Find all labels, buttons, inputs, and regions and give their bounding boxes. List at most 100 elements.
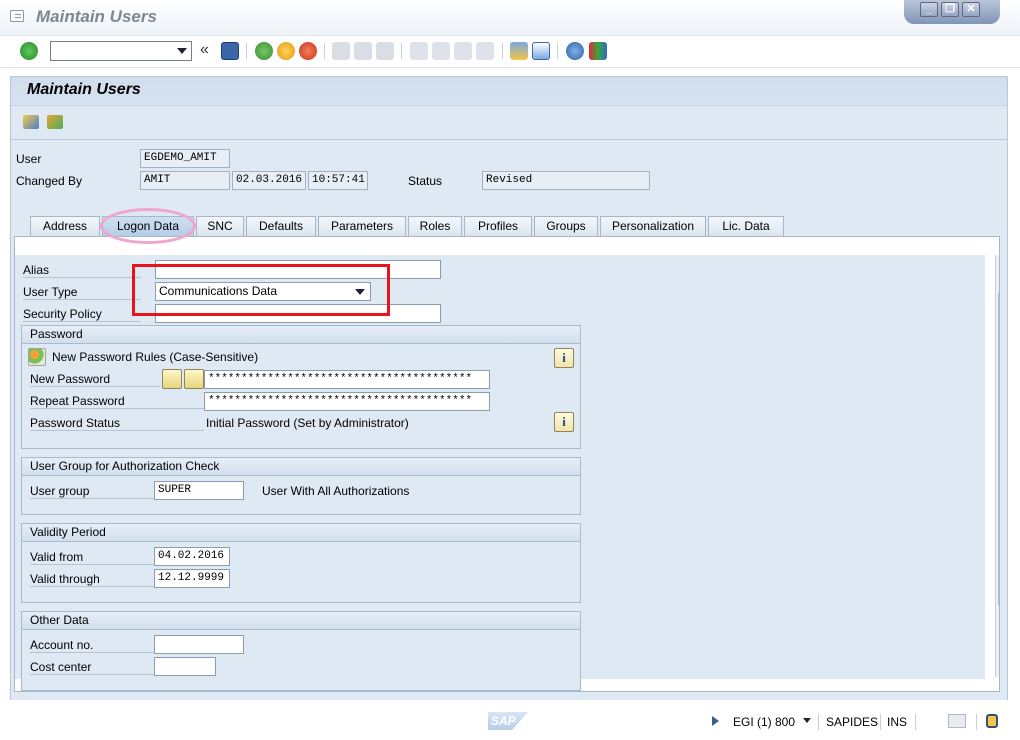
application-toolbar xyxy=(11,105,1007,139)
find-icon[interactable] xyxy=(354,42,372,60)
first-page-icon[interactable] xyxy=(410,42,428,60)
user-group-field[interactable]: SUPER xyxy=(154,481,244,500)
account-number-label: Account no. xyxy=(30,638,154,653)
user-type-label: User Type xyxy=(23,285,141,300)
toolbar-divider xyxy=(401,43,402,59)
create-session-icon[interactable] xyxy=(510,42,528,60)
status-field: Revised xyxy=(482,171,650,190)
next-page-icon[interactable] xyxy=(454,42,472,60)
window-title: Maintain Users xyxy=(36,7,157,26)
change-documents-icon[interactable] xyxy=(47,115,63,129)
other-data-box: Other Data Account no. Cost center xyxy=(21,611,581,691)
tab-personalization[interactable]: Personalization xyxy=(600,216,706,236)
minimize-icon[interactable]: _ xyxy=(920,2,938,17)
user-group-box: User Group for Authorization Check User … xyxy=(21,457,581,515)
status-label: Status xyxy=(408,174,443,188)
command-field[interactable] xyxy=(50,41,192,61)
status-bar: SAP EGI (1) 800 SAPIDES INS xyxy=(0,706,1020,740)
valid-from-field[interactable]: 04.02.2016 xyxy=(154,547,230,566)
cancel-icon[interactable] xyxy=(299,42,317,60)
find-next-icon[interactable] xyxy=(376,42,394,60)
toolbar-divider xyxy=(557,43,558,59)
password-status-label: Password Status xyxy=(30,416,204,431)
enter-icon[interactable] xyxy=(20,42,38,60)
toolbar-divider xyxy=(502,43,503,59)
status-divider xyxy=(818,714,819,730)
last-page-icon[interactable] xyxy=(476,42,494,60)
toolbar-divider xyxy=(246,43,247,59)
customize-layout-icon[interactable] xyxy=(589,42,607,60)
user-group-label: User group xyxy=(30,484,154,499)
back-icon[interactable] xyxy=(255,42,273,60)
tab-address[interactable]: Address xyxy=(30,216,100,236)
password-group-title: Password xyxy=(22,326,580,344)
edit-toggle-icon[interactable] xyxy=(23,115,39,129)
cost-center-label: Cost center xyxy=(30,660,154,675)
exit-icon[interactable] xyxy=(277,42,295,60)
chevron-down-icon[interactable] xyxy=(803,718,811,723)
save-icon[interactable] xyxy=(221,42,239,60)
info-icon[interactable]: i xyxy=(554,412,574,432)
logon-data-content: Alias User Type Communications Data Secu… xyxy=(15,255,985,691)
title-bar: Maintain Users _ ❐ ✕ xyxy=(0,0,1020,36)
repeat-password-label: Repeat Password xyxy=(30,394,204,409)
toolbar-divider xyxy=(324,43,325,59)
password-rules-text: New Password Rules (Case-Sensitive) xyxy=(52,350,259,364)
new-password-field[interactable]: **************************************** xyxy=(204,370,490,389)
print-icon[interactable] xyxy=(332,42,350,60)
tab-defaults[interactable]: Defaults xyxy=(246,216,316,236)
changed-by-field: AMIT xyxy=(140,171,230,190)
tab-roles[interactable]: Roles xyxy=(408,216,462,236)
scroll-thumb[interactable] xyxy=(998,291,999,607)
changed-by-label: Changed By xyxy=(16,174,83,188)
alias-label: Alias xyxy=(23,263,141,278)
chevron-down-icon[interactable] xyxy=(177,48,187,54)
valid-through-label: Valid through xyxy=(30,572,154,587)
restore-icon[interactable]: ❐ xyxy=(941,2,959,17)
tab-groups[interactable]: Groups xyxy=(534,216,598,236)
user-group-title: User Group for Authorization Check xyxy=(22,458,580,476)
user-field: EGDEMO_AMIT xyxy=(140,149,230,168)
tab-snc[interactable]: SNC xyxy=(196,216,244,236)
status-divider xyxy=(976,714,977,730)
connection-icon xyxy=(948,714,966,728)
sap-logo: SAP xyxy=(488,712,528,730)
server-name: SAPIDES xyxy=(826,715,879,729)
window-controls: _ ❐ ✕ xyxy=(904,0,1000,24)
window-menu-icon[interactable] xyxy=(10,10,24,22)
password-rules-icon[interactable] xyxy=(28,348,46,366)
generate-password-icon[interactable] xyxy=(162,369,182,389)
tab-lic-data[interactable]: Lic. Data xyxy=(708,216,784,236)
back-double-icon[interactable]: « xyxy=(200,42,218,60)
password-status-value: Initial Password (Set by Administrator) xyxy=(206,416,409,430)
system-info: EGI (1) 800 xyxy=(733,715,796,729)
page-title: Maintain Users xyxy=(27,81,141,98)
close-icon[interactable]: ✕ xyxy=(962,2,980,17)
changed-date-field: 02.03.2016 xyxy=(232,171,306,190)
lock-icon[interactable] xyxy=(986,714,998,728)
account-number-field[interactable] xyxy=(154,635,244,654)
status-divider xyxy=(880,714,881,730)
validity-period-box: Validity Period Valid from 04.02.2016 Va… xyxy=(21,523,581,603)
play-icon[interactable] xyxy=(712,716,719,726)
input-mode: INS xyxy=(887,715,908,729)
tab-parameters[interactable]: Parameters xyxy=(318,216,406,236)
valid-through-field[interactable]: 12.12.9999 xyxy=(154,569,230,588)
tab-profiles[interactable]: Profiles xyxy=(464,216,532,236)
vertical-scrollbar[interactable] xyxy=(995,255,999,677)
valid-from-label: Valid from xyxy=(30,550,154,565)
previous-page-icon[interactable] xyxy=(432,42,450,60)
deactivate-password-icon[interactable] xyxy=(184,369,204,389)
user-label: User xyxy=(16,152,42,166)
password-group: Password New Password Rules (Case-Sensit… xyxy=(21,325,581,449)
info-icon[interactable]: i xyxy=(554,348,574,368)
highlight-box xyxy=(132,264,390,316)
changed-time-field: 10:57:41 xyxy=(308,171,368,190)
status-divider xyxy=(915,714,916,730)
cost-center-field[interactable] xyxy=(154,657,216,676)
help-icon[interactable] xyxy=(566,42,584,60)
user-group-description: User With All Authorizations xyxy=(262,484,410,498)
shortcut-icon[interactable] xyxy=(532,42,550,60)
repeat-password-field[interactable]: **************************************** xyxy=(204,392,490,411)
other-data-title: Other Data xyxy=(22,612,580,630)
